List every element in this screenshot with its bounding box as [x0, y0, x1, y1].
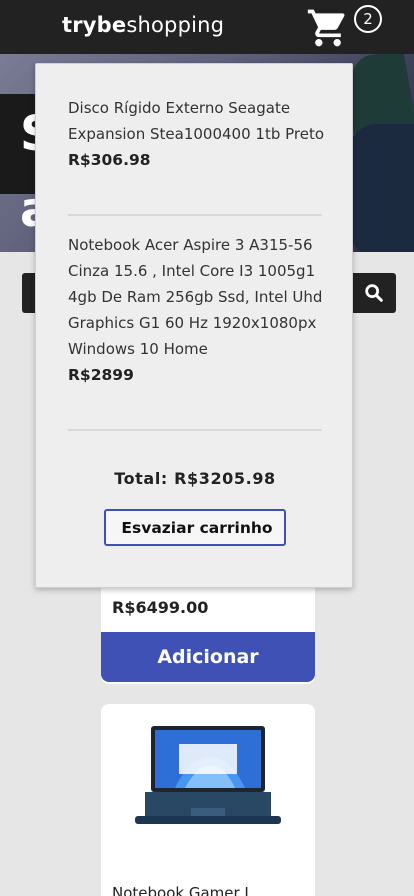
- logo-normal: shopping: [126, 13, 225, 37]
- cart-item-price: R$2899: [68, 366, 134, 384]
- shopping-cart-icon[interactable]: [306, 6, 350, 50]
- search-icon[interactable]: [352, 273, 396, 313]
- divider: [68, 214, 322, 216]
- product-title: Notebook Gamer L: [112, 884, 253, 896]
- app-header: trybeshopping 2: [0, 0, 414, 54]
- cart-count-badge: 2: [354, 5, 382, 33]
- product-price: R$6499.00: [112, 598, 209, 617]
- cart-total: Total: R$3205.98: [114, 469, 276, 488]
- cart-popup: Disco Rígido Externo Seagate Expansion S…: [35, 63, 353, 588]
- empty-cart-button[interactable]: Esvaziar carrinho: [104, 509, 286, 546]
- cart-item: Disco Rígido Externo Seagate Expansion S…: [68, 95, 330, 173]
- logo[interactable]: trybeshopping: [62, 13, 224, 37]
- divider: [68, 429, 322, 431]
- product-image: [135, 726, 281, 824]
- cart-item-name: Notebook Acer Aspire 3 A315-56 Cinza 15.…: [68, 236, 323, 358]
- logo-bold: trybe: [62, 13, 127, 37]
- cart-item: Notebook Acer Aspire 3 A315-56 Cinza 15.…: [68, 232, 330, 388]
- cart-item-price: R$306.98: [68, 151, 151, 169]
- product-card: Notebook Gamer L: [101, 704, 315, 896]
- cart-item-name: Disco Rígido Externo Seagate Expansion S…: [68, 99, 325, 143]
- add-to-cart-button[interactable]: Adicionar: [101, 632, 315, 682]
